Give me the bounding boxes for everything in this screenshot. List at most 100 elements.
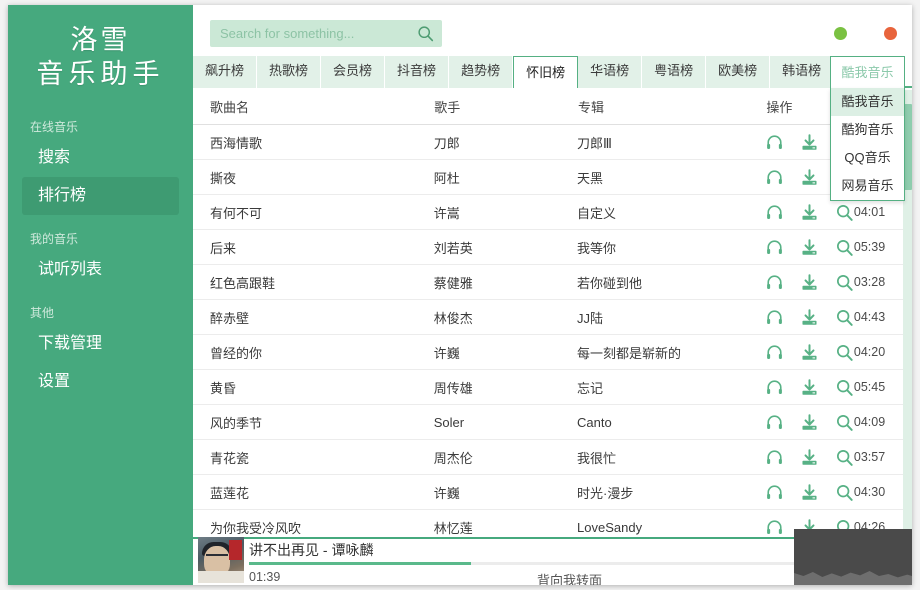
search-input[interactable] xyxy=(210,20,410,47)
progress-bar[interactable] xyxy=(249,562,832,565)
cell-song-name: 撕夜 xyxy=(210,170,237,186)
headphone-icon[interactable] xyxy=(765,238,784,257)
table-row[interactable]: 黄昏 周传雄 忘记 05:45 xyxy=(193,370,912,405)
table-row[interactable]: 西海情歌 刀郎 刀郎Ⅲ xyxy=(193,125,912,160)
search-icon[interactable] xyxy=(835,343,854,362)
headphone-icon[interactable] xyxy=(765,203,784,222)
tab-item[interactable]: 粤语榜 xyxy=(642,56,707,88)
album-art xyxy=(198,537,244,583)
tab-item[interactable]: 欧美榜 xyxy=(706,56,771,88)
album-art-detail xyxy=(198,571,244,583)
table-row[interactable]: 撕夜 阿杜 天黑 xyxy=(193,160,912,195)
headphone-icon[interactable] xyxy=(765,518,784,537)
table-row[interactable]: 蓝莲花 许巍 时光·漫步 04:30 xyxy=(193,475,912,510)
headphone-icon[interactable] xyxy=(765,448,784,467)
headphone-icon[interactable] xyxy=(765,168,784,187)
sidebar-item-search[interactable]: 搜索 xyxy=(22,139,179,177)
headphone-icon[interactable] xyxy=(765,413,784,432)
search-icon[interactable] xyxy=(835,203,854,222)
app-root: 洛雪 音乐助手 在线音乐 搜索 排行榜 我的音乐 试听列表 其他 下载管理 设置 xyxy=(0,0,920,590)
source-select[interactable]: 酷我音乐 酷我音乐 酷狗音乐 QQ音乐 网易音乐 xyxy=(830,56,905,201)
album-art-detail xyxy=(229,540,242,560)
table-header-row: 歌曲名 歌手 专辑 操作 xyxy=(193,88,912,125)
search-icon[interactable] xyxy=(835,448,854,467)
tab-list: 飙升榜热歌榜会员榜抖音榜趋势榜怀旧榜华语榜粤语榜欧美榜韩语榜日语榜 xyxy=(193,56,899,88)
source-option[interactable]: 酷狗音乐 xyxy=(831,116,904,144)
source-option[interactable]: QQ音乐 xyxy=(831,144,904,172)
cell-artist: 林忆莲 xyxy=(433,520,473,536)
cell-song-name: 黄昏 xyxy=(210,380,237,396)
download-icon[interactable] xyxy=(800,168,819,187)
headphone-icon[interactable] xyxy=(765,133,784,152)
download-icon[interactable] xyxy=(800,413,819,432)
tab-item[interactable]: 趋势榜 xyxy=(449,56,514,88)
table-body: 西海情歌 刀郎 刀郎Ⅲ 撕夜 阿杜 天黑 有何不可 许嵩 自定义 04:01 后来 刘若英 我等你 05:… xyxy=(193,125,912,540)
table-row[interactable]: 红色高跟鞋 蔡健雅 若你碰到他 03:28 xyxy=(193,265,912,300)
sidebar-item-label: 试听列表 xyxy=(38,261,103,278)
sidebar-item-downloads[interactable]: 下载管理 xyxy=(22,325,179,363)
download-icon[interactable] xyxy=(800,343,819,362)
source-option[interactable]: 网易音乐 xyxy=(831,172,904,200)
tab-item[interactable]: 怀旧榜 xyxy=(513,56,579,88)
search-icon[interactable] xyxy=(835,308,854,327)
sidebar-item-ranking[interactable]: 排行榜 xyxy=(22,177,179,215)
minimize-button[interactable] xyxy=(834,27,847,40)
cell-actions xyxy=(765,343,854,362)
table-row[interactable]: 青花瓷 周杰伦 我很忙 03:57 xyxy=(193,440,912,475)
visualizer-panel xyxy=(794,529,912,585)
cell-actions xyxy=(765,413,854,432)
tab-item[interactable]: 飙升榜 xyxy=(193,56,258,88)
search-icon[interactable] xyxy=(417,25,434,42)
download-icon[interactable] xyxy=(800,448,819,467)
download-icon[interactable] xyxy=(800,238,819,257)
tab-item[interactable]: 韩语榜 xyxy=(770,56,835,88)
download-icon[interactable] xyxy=(800,378,819,397)
table-row[interactable]: 曾经的你 许巍 每一刻都是崭新的 04:20 xyxy=(193,335,912,370)
sidebar-item-settings[interactable]: 设置 xyxy=(22,363,179,401)
cell-album: 天黑 xyxy=(577,170,604,186)
headphone-icon[interactable] xyxy=(765,483,784,502)
tab-item[interactable]: 会员榜 xyxy=(321,56,386,88)
search-icon[interactable] xyxy=(835,483,854,502)
tab-item[interactable]: 华语榜 xyxy=(578,56,643,88)
cell-album: 若你碰到他 xyxy=(577,275,643,291)
tab-item[interactable]: 抖音榜 xyxy=(385,56,450,88)
source-option[interactable]: 酷我音乐 xyxy=(831,88,904,116)
now-playing-title: 讲不出再见 - 谭咏麟 xyxy=(249,542,374,558)
cell-actions xyxy=(765,448,854,467)
headphone-icon[interactable] xyxy=(765,378,784,397)
headphone-icon[interactable] xyxy=(765,273,784,292)
cell-artist: 许嵩 xyxy=(433,205,460,221)
sidebar-item-playlist[interactable]: 试听列表 xyxy=(22,251,179,289)
search-icon[interactable] xyxy=(835,413,854,432)
close-button[interactable] xyxy=(884,27,897,40)
headphone-icon[interactable] xyxy=(765,343,784,362)
cell-song-name: 红色高跟鞋 xyxy=(210,275,276,291)
logo-line-2: 音乐助手 xyxy=(36,59,165,89)
download-icon[interactable] xyxy=(800,133,819,152)
search-icon[interactable] xyxy=(835,378,854,397)
tab-item[interactable]: 热歌榜 xyxy=(257,56,322,88)
table-row[interactable]: 醉赤壁 林俊杰 JJ陆 04:43 xyxy=(193,300,912,335)
cell-actions xyxy=(765,308,854,327)
table-row[interactable]: 有何不可 许嵩 自定义 04:01 xyxy=(193,195,912,230)
app-logo: 洛雪 音乐助手 xyxy=(8,5,193,91)
sidebar-item-label: 设置 xyxy=(38,373,71,390)
search-icon[interactable] xyxy=(835,238,854,257)
main-panel: 飙升榜热歌榜会员榜抖音榜趋势榜怀旧榜华语榜粤语榜欧美榜韩语榜日语榜 酷我音乐 酷… xyxy=(193,5,912,585)
download-icon[interactable] xyxy=(800,308,819,327)
download-icon[interactable] xyxy=(800,203,819,222)
table-row[interactable]: 后来 刘若英 我等你 05:39 xyxy=(193,230,912,265)
cell-actions xyxy=(765,483,854,502)
cell-artist: 刘若英 xyxy=(433,240,473,256)
download-icon[interactable] xyxy=(800,483,819,502)
search-box[interactable] xyxy=(210,20,442,47)
table-row[interactable]: 风的季节 Soler Canto 04:09 xyxy=(193,405,912,440)
sidebar-group-label-mymusic: 我的音乐 xyxy=(30,232,79,246)
headphone-icon[interactable] xyxy=(765,308,784,327)
search-icon[interactable] xyxy=(835,273,854,292)
song-table: 歌曲名 歌手 专辑 操作 西海情歌 刀郎 刀郎Ⅲ 撕夜 阿杜 天黑 有何不可 许嵩 自定义 04:… xyxy=(193,88,912,540)
top-bar xyxy=(193,5,912,56)
source-select-trigger[interactable]: 酷我音乐 xyxy=(830,56,905,88)
download-icon[interactable] xyxy=(800,273,819,292)
